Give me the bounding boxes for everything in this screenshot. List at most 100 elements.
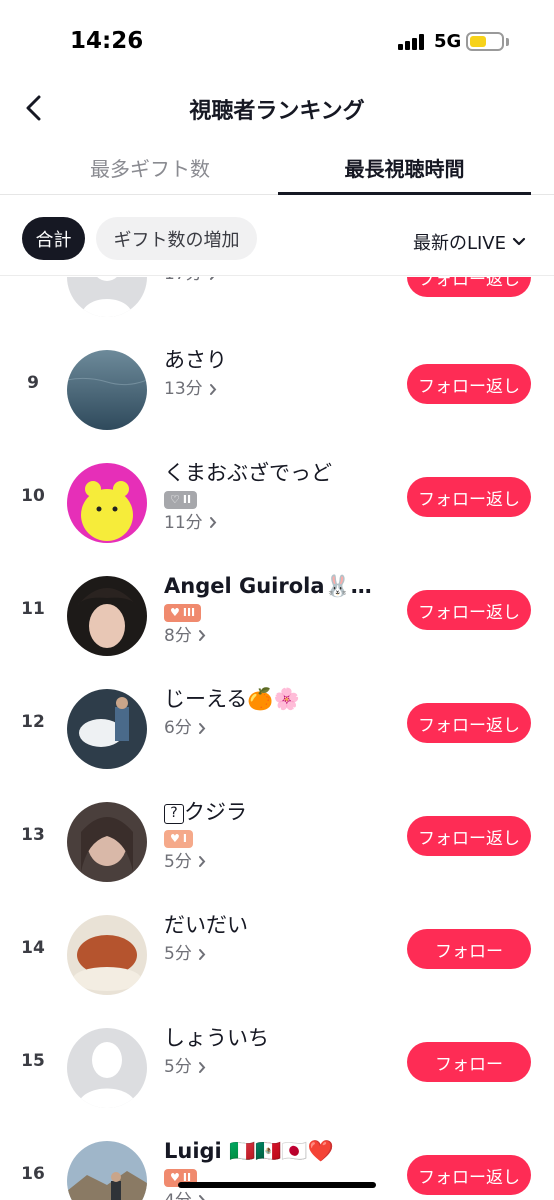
follow-back-button[interactable]: フォロー返し	[407, 816, 531, 856]
watch-duration[interactable]: 4分	[164, 1189, 394, 1200]
viewer-name: ? クジラ	[164, 797, 394, 827]
duration-text: 8分	[164, 625, 192, 646]
rank-number: 16	[21, 1164, 45, 1184]
fan-level-badge: ♥ I	[164, 829, 193, 848]
duration-text: 17分	[164, 277, 203, 286]
tab-longest-watch-time[interactable]: 最長視聴時間	[278, 140, 531, 195]
viewer-name: あさり	[164, 348, 227, 372]
viewer-list: 8 17分 フォロー返し 9 あさり	[0, 277, 554, 1200]
tab-most-gifts[interactable]: 最多ギフト数	[20, 140, 280, 195]
default-avatar-icon	[67, 277, 147, 317]
rank-number: 9	[27, 373, 39, 393]
duration-text: 11分	[164, 512, 203, 533]
heart-icon: ♡	[170, 493, 180, 506]
chevron-right-icon	[209, 517, 216, 528]
viewer-name: Angel Guirola🐰🍀…	[164, 574, 394, 598]
duration-text: 5分	[164, 1057, 192, 1077]
chevron-right-icon	[209, 383, 216, 395]
list-item[interactable]: 16 Luigi 🇮🇹🇲🇽🇯🇵❤️ ♥ II 4分 フォロー返し	[0, 1124, 554, 1200]
battery-tip	[506, 38, 509, 46]
duration-text: 4分	[164, 1189, 192, 1200]
chevron-right-icon	[198, 1195, 205, 1200]
status-bar: 14:26 5G	[0, 0, 554, 80]
list-item[interactable]: 12 じーえる🍊🌸 6分 フォロー返し	[0, 672, 554, 785]
avatar-yellow-bear	[67, 463, 147, 543]
follow-button[interactable]: フォロー	[407, 1042, 531, 1082]
follow-button[interactable]: フォロー	[407, 929, 531, 969]
avatar-curly-hair	[67, 576, 147, 656]
unknown-glyph-icon: ?	[164, 804, 184, 824]
chevron-down-icon	[512, 237, 526, 246]
duration-text: 13分	[164, 379, 203, 399]
filter-chip-gift-increase[interactable]: ギフト数の増加	[96, 217, 257, 260]
list-item[interactable]: 9 あさり 13分 フォロー返し	[0, 333, 554, 446]
rank-number: 12	[21, 712, 45, 732]
list-item[interactable]: 14 だいだい 5分 フォロー	[0, 898, 554, 1011]
watch-duration[interactable]: 5分	[164, 850, 394, 874]
list-item[interactable]: 11 Angel Guirola🐰🍀… ♥ III 8分 フォロー返し	[0, 559, 554, 672]
viewer-info: Angel Guirola🐰🍀… ♥ III 8分	[164, 571, 394, 648]
active-tab-indicator	[278, 192, 531, 195]
watch-duration[interactable]: 11分	[164, 511, 394, 535]
follow-back-button[interactable]: フォロー返し	[407, 703, 531, 743]
avatar-selfie	[67, 802, 147, 882]
list-item[interactable]: 8 17分 フォロー返し	[0, 277, 554, 333]
rank-number: 15	[21, 1051, 45, 1071]
filter-bar: 合計 ギフト数の増加 最新のLIVE	[0, 196, 554, 276]
list-item[interactable]: 13 ? クジラ ♥ I 5分 フォロー返し	[0, 785, 554, 898]
chevron-right-icon	[198, 630, 206, 641]
list-item[interactable]: 10 くまおぶざでっど ♡ II 11分 フォロー返し	[0, 446, 554, 559]
default-avatar-icon	[67, 1028, 147, 1108]
viewer-info: Luigi 🇮🇹🇲🇽🇯🇵❤️ ♥ II 4分	[164, 1136, 394, 1200]
follow-back-button[interactable]: フォロー返し	[407, 477, 531, 517]
rank-number: 10	[21, 486, 45, 506]
live-select-dropdown[interactable]: 最新のLIVE	[413, 229, 526, 255]
heart-icon: ♥	[170, 832, 180, 845]
chevron-right-icon	[209, 277, 214, 280]
fan-level-badge: ♡ II	[164, 490, 198, 509]
header: 視聴者ランキング	[0, 80, 554, 136]
viewer-name: だいだい	[164, 913, 248, 937]
watch-duration[interactable]: 6分	[164, 716, 394, 740]
avatar-food	[67, 915, 147, 995]
network-label: 5G	[434, 31, 462, 52]
rank-number: 14	[21, 938, 45, 958]
live-select-label: 最新のLIVE	[412, 233, 506, 254]
tab-bar: 最多ギフト数 最長視聴時間	[0, 140, 554, 195]
battery-icon	[466, 32, 504, 51]
heart-icon: ♥	[170, 606, 180, 619]
home-indicator[interactable]	[178, 1182, 376, 1188]
viewer-name: くまおぶざでっど	[164, 461, 332, 485]
watch-duration[interactable]: 8分	[164, 624, 394, 648]
viewer-info: あさり 13分	[164, 345, 394, 401]
chevron-right-icon	[198, 948, 206, 960]
viewer-info: くまおぶざでっど ♡ II 11分	[164, 458, 394, 535]
list-item[interactable]: 15 しょういち 5分 フォロー	[0, 1011, 554, 1124]
watch-duration[interactable]: 13分	[164, 377, 394, 401]
chevron-right-icon	[198, 722, 206, 734]
duration-text: 5分	[164, 944, 192, 964]
page-title: 視聴者ランキング	[189, 99, 365, 124]
filter-chip-total[interactable]: 合計	[22, 217, 85, 260]
viewer-name: しょういち	[164, 1026, 269, 1050]
status-time: 14:26	[70, 28, 144, 54]
rank-number: 8	[0, 277, 66, 280]
follow-back-button[interactable]: フォロー返し	[407, 590, 531, 630]
chevron-right-icon	[198, 856, 206, 867]
avatar-beluga	[67, 689, 147, 769]
follow-back-button[interactable]: フォロー返し	[407, 277, 531, 297]
rank-number: 11	[21, 599, 45, 619]
follow-back-button[interactable]: フォロー返し	[407, 1155, 531, 1195]
viewer-info: ? クジラ ♥ I 5分	[164, 797, 394, 874]
watch-duration[interactable]: 5分	[164, 1055, 394, 1079]
follow-back-button[interactable]: フォロー返し	[407, 364, 531, 404]
duration-text: 6分	[164, 718, 192, 738]
fan-level-badge: ♥ III	[164, 603, 202, 622]
watch-duration[interactable]: 17分	[164, 277, 394, 286]
watch-duration[interactable]: 5分	[164, 942, 394, 966]
viewer-info: 17分	[164, 277, 394, 286]
viewer-name: Luigi 🇮🇹🇲🇽🇯🇵❤️	[164, 1139, 334, 1163]
viewer-info: しょういち 5分	[164, 1023, 394, 1079]
avatar-ocean	[67, 350, 147, 430]
signal-icon	[398, 34, 428, 50]
